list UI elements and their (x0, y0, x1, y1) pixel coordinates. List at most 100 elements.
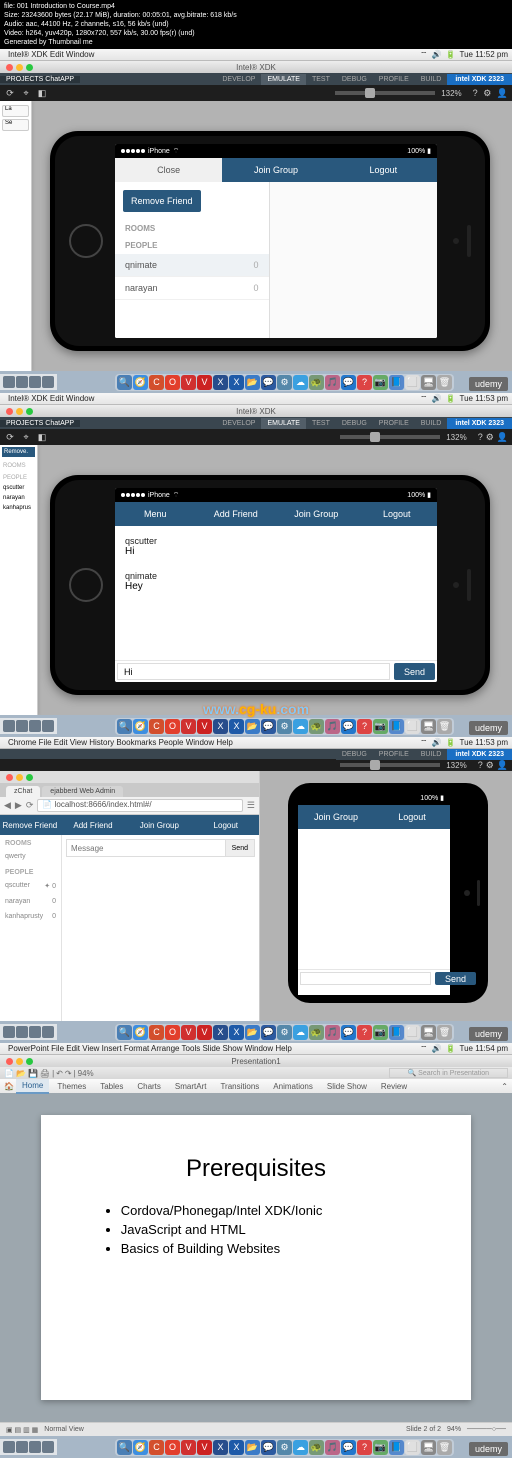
account-icon[interactable]: 👤 (497, 88, 508, 98)
reload-icon[interactable]: ⟳ (4, 88, 16, 99)
join-group-button[interactable]: Join Group (276, 502, 357, 526)
menu-icon[interactable]: ☰ (247, 800, 255, 811)
app-menus[interactable]: Intel® XDK Edit Window (8, 50, 94, 59)
send-button[interactable]: Send (394, 663, 435, 680)
dock-apps[interactable]: 🔍🧭 CO VV XX 📂💬 ⚙☁ 🐢🎵 💬? 📷📘 ⬜🖥 🗑 (115, 718, 454, 735)
video-metadata: file: 001 Introduction to Course.mp4 Siz… (0, 0, 512, 49)
ribbon-charts[interactable]: Charts (131, 1080, 167, 1093)
tab-debug[interactable]: DEBUG (336, 74, 373, 85)
message-input[interactable] (300, 972, 431, 985)
list-item[interactable]: narayan0 (115, 277, 269, 300)
clock[interactable]: Tue 11:53 pm (460, 738, 508, 747)
ribbon-review[interactable]: Review (375, 1080, 413, 1093)
tab-build[interactable]: BUILD (415, 74, 448, 85)
join-group-button[interactable]: Join Group (298, 805, 374, 829)
send-button[interactable]: Send (435, 972, 476, 985)
stop-icon[interactable]: ◧ (36, 88, 48, 99)
window-titlebar[interactable]: Intel® XDK (0, 405, 512, 417)
help-icon[interactable]: ? (473, 88, 478, 98)
add-friend-button[interactable]: Add Friend (196, 502, 277, 526)
left-btn-2[interactable]: Se (2, 119, 29, 131)
volume-icon[interactable]: 🔊 (432, 50, 442, 59)
tab-profile[interactable]: PROFILE (373, 74, 415, 85)
logout-button[interactable]: Logout (330, 158, 437, 182)
ribbon-smartart[interactable]: SmartArt (169, 1080, 213, 1093)
print-icon[interactable]: 🖨 (40, 1069, 50, 1078)
menu-button[interactable]: Menu (115, 502, 196, 526)
remove-item[interactable]: Remove. (2, 447, 35, 457)
minimize-dot[interactable] (16, 64, 23, 71)
tab-zchat[interactable]: zChat (6, 786, 40, 797)
ribbon-home[interactable]: Home (16, 1079, 49, 1094)
list-item[interactable]: narayan0 (0, 894, 61, 909)
tab-develop[interactable]: DEVELOP (216, 74, 261, 85)
project-name[interactable]: PROJECTS ChatAPP (0, 76, 80, 83)
zoom-value[interactable]: 94% (78, 1069, 94, 1078)
zoom-slider[interactable] (335, 91, 435, 95)
message-input[interactable] (67, 840, 225, 856)
ribbon-themes[interactable]: Themes (51, 1080, 92, 1093)
list-item[interactable]: qwerty (0, 849, 61, 864)
close-dot[interactable] (6, 64, 13, 71)
list-item[interactable]: kanhaprusty0 (0, 909, 61, 924)
back-icon[interactable]: ◀ (4, 800, 11, 811)
remove-friend-button[interactable]: Remove Friend (0, 815, 60, 835)
dock: 🔍🧭 CO VV XX 📂💬 ⚙☁ 🐢🎵 💬? 📷📘 ⬜🖥 🗑 udemy (0, 371, 512, 393)
message-input[interactable] (117, 663, 390, 680)
zoom-dot[interactable] (26, 64, 33, 71)
home-button-icon[interactable] (69, 224, 103, 258)
add-friend-button[interactable]: Add Friend (60, 815, 126, 835)
reload-icon[interactable]: ⟳ (26, 800, 34, 811)
forward-icon[interactable]: ▶ (15, 800, 22, 811)
ribbon-transitions[interactable]: Transitions (214, 1080, 265, 1093)
ribbon-animations[interactable]: Animations (267, 1080, 319, 1093)
app-menus[interactable]: Intel® XDK Edit Window (8, 394, 94, 403)
clock[interactable]: Tue 11:54 pm (460, 1044, 508, 1053)
search-box[interactable]: 🔍 Search in Presentation (389, 1068, 508, 1078)
tab-test[interactable]: TEST (306, 74, 336, 85)
tab-emulate[interactable]: EMULATE (261, 74, 306, 85)
wifi-icon[interactable]: ⌔ (420, 50, 428, 60)
send-button[interactable]: Send (225, 840, 254, 856)
home-button-icon[interactable] (69, 568, 103, 602)
logout-button[interactable]: Logout (357, 502, 438, 526)
remove-friend-button[interactable]: Remove Friend (123, 190, 201, 212)
ribbon-slideshow[interactable]: Slide Show (321, 1080, 373, 1093)
debug-icon[interactable]: ⌖ (20, 88, 32, 99)
open-icon[interactable]: 📂 (16, 1069, 26, 1078)
pp-stage[interactable]: Prerequisites Cordova/Phonegap/Intel XDK… (0, 1093, 512, 1422)
window-titlebar[interactable]: Intel® XDK (0, 61, 512, 73)
clock[interactable]: Tue 11:52 pm (460, 50, 508, 59)
app-menus[interactable]: Chrome File Edit View History Bookmarks … (8, 738, 233, 747)
join-group-button[interactable]: Join Group (126, 815, 192, 835)
slide[interactable]: Prerequisites Cordova/Phonegap/Intel XDK… (41, 1115, 472, 1400)
ribbon-collapse-icon[interactable]: ⌃ (501, 1082, 508, 1091)
logout-button[interactable]: Logout (374, 805, 450, 829)
new-icon[interactable]: 📄 (4, 1069, 14, 1078)
battery-icon[interactable]: 🔋 (446, 50, 456, 59)
gear-icon[interactable]: ⚙ (483, 88, 491, 98)
ribbon-tables[interactable]: Tables (94, 1080, 129, 1093)
list-item[interactable]: qscutter✦ 0 (0, 878, 61, 894)
redo-icon[interactable]: ↷ (65, 1069, 72, 1078)
dock-apps[interactable]: 🔍🧭 CO VV XX 📂💬 ⚙☁ 🐢🎵 💬? 📷📘 ⬜🖥 🗑 (115, 1024, 454, 1041)
clock[interactable]: Tue 11:53 pm (460, 394, 508, 403)
join-group-button[interactable]: Join Group (222, 158, 329, 182)
pp-titlebar[interactable]: Presentation1 (0, 1055, 512, 1067)
ribbon-handle[interactable]: 🏠 (4, 1082, 14, 1091)
dock-apps[interactable]: 🔍🧭 CO VV XX 📂💬 ⚙☁ 🐢🎵 💬? 📷📘 ⬜🖥 🗑 (115, 374, 454, 391)
logout-button[interactable]: Logout (193, 815, 259, 835)
tab-ejabberd[interactable]: ejabberd Web Admin (42, 786, 123, 797)
dock-apps[interactable]: 🔍🧭 CO VV XX 📂💬 ⚙☁ 🐢🎵 💬? 📷📘 ⬜🖥 🗑 (115, 1439, 454, 1456)
list-item[interactable]: qnimate0 (115, 254, 269, 277)
view-icons[interactable]: ▣ ▤ ▥ ▦ (6, 1426, 38, 1434)
undo-icon[interactable]: ↶ (56, 1069, 63, 1078)
pp-quick-toolbar[interactable]: 📄 📂 💾 🖨 | ↶ ↷ | 94% 🔍 Search in Presenta… (0, 1067, 512, 1079)
close-button[interactable]: Close (115, 158, 222, 182)
zoom-status[interactable]: 94% (447, 1426, 461, 1433)
slider-thumb[interactable] (365, 88, 375, 98)
left-btn-1[interactable]: La (2, 105, 29, 117)
save-icon[interactable]: 💾 (28, 1069, 38, 1078)
address-bar[interactable]: 📄 localhost:8666/index.html#/ (37, 799, 243, 812)
app-menus[interactable]: PowerPoint File Edit View Insert Format … (8, 1044, 292, 1053)
